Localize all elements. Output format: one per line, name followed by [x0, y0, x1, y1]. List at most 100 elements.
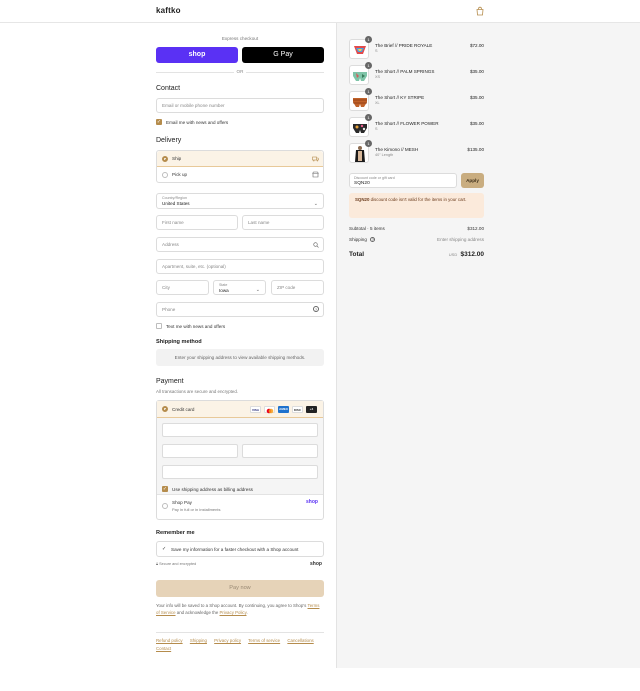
item-variant: XS: [375, 75, 381, 79]
cart-item: 1 The Short // FLOWER POWER S $35.00: [349, 114, 484, 139]
credit-card-option[interactable]: Credit card VISA AMEX DISC +4: [157, 401, 323, 418]
shop-pay-subtitle: Pay in full or in installments: [172, 507, 221, 512]
pickup-option[interactable]: Pick up: [157, 167, 323, 183]
privacy-link[interactable]: Privacy Policy: [220, 610, 247, 615]
info-icon[interactable]: ?: [370, 237, 376, 242]
phone-field[interactable]: Phone ?: [156, 302, 324, 317]
apply-button[interactable]: Apply: [461, 173, 484, 188]
apartment-placeholder: Apartment, suite, etc. (optional): [162, 264, 226, 269]
card-expiry-field[interactable]: [162, 444, 238, 458]
cart-item: 1 The Short // PALM SPRINGS XS $35.00: [349, 62, 484, 87]
total-value: $312.00: [460, 251, 485, 258]
text-offers-label: Text me with news and offers: [166, 323, 226, 329]
more-cards-badge: +4: [306, 406, 317, 413]
credit-card-radio[interactable]: [162, 406, 168, 412]
checkmark-icon[interactable]: ✓: [162, 546, 166, 552]
zip-placeholder: ZIP code: [277, 285, 296, 290]
shipping-method-heading: Shipping method: [156, 339, 202, 345]
billing-label: Use shipping address as billing address: [172, 486, 253, 492]
quantity-badge: 1: [365, 62, 372, 69]
apartment-field[interactable]: Apartment, suite, etc. (optional): [156, 259, 324, 274]
quantity-badge: 1: [365, 140, 372, 147]
shipping-link[interactable]: Shipping: [190, 638, 207, 643]
country-value: United States: [162, 201, 190, 206]
first-name-placeholder: First name: [162, 220, 184, 225]
shipping-method-message: Enter your shipping address to view avai…: [156, 349, 324, 366]
card-number-field[interactable]: [162, 423, 318, 437]
total-row: Total USD $312.00: [349, 251, 484, 258]
currency-code: USD: [448, 252, 458, 257]
contact-link[interactable]: Contact: [156, 646, 171, 651]
state-select[interactable]: State Iowa ⌄: [213, 280, 266, 295]
legal-and: and acknowledge the: [176, 609, 219, 615]
card-cvv-field[interactable]: [242, 444, 318, 458]
item-name: The Short // PALM SPRINGS: [375, 69, 435, 74]
remember-option[interactable]: ✓ Save my information for a faster check…: [156, 541, 324, 557]
pickup-radio[interactable]: [162, 172, 168, 178]
ship-radio[interactable]: [162, 156, 168, 162]
cart-item: 1 The Kimono // MESH 40" Length $135.00: [349, 140, 484, 165]
secure-text: 🔒︎ Secure and encrypted: [156, 562, 196, 566]
visa-icon: VISA: [250, 406, 261, 413]
payment-options: Credit card VISA AMEX DISC +4 ✓ Use ship…: [156, 400, 324, 520]
item-price: $72.00: [469, 43, 484, 48]
item-price: $35.00: [469, 95, 484, 100]
contact-heading: Contact: [156, 85, 181, 92]
country-select[interactable]: Country/Region United States ⌄: [156, 193, 324, 209]
delivery-options: Ship Pick up: [156, 150, 324, 183]
cart-item: 1 The Short // KY STRIPE XL $35.00: [349, 88, 484, 113]
legal-text: Your info will be saved to a Shop accoun…: [156, 603, 324, 616]
subtotal-row: Subtotal · 5 items $312.00: [349, 226, 484, 231]
cart-item: 1 The Brief // PRIDE ROYALE S $72.00: [349, 36, 484, 61]
subtotal-value: $312.00: [467, 226, 484, 231]
city-field[interactable]: City: [156, 280, 209, 295]
first-name-field[interactable]: First name: [156, 215, 238, 230]
ship-option[interactable]: Ship: [157, 151, 323, 167]
google-pay-button[interactable]: G Pay: [242, 47, 324, 63]
discover-icon: DISC: [292, 406, 303, 413]
email-field[interactable]: Email or mobile phone number: [156, 98, 324, 113]
credit-card-fields: ✓ Use shipping address as billing addres…: [157, 418, 323, 494]
last-name-field[interactable]: Last name: [242, 215, 324, 230]
zip-field[interactable]: ZIP code: [271, 280, 324, 295]
text-offers-checkbox[interactable]: [156, 323, 162, 329]
total-label: Total: [349, 251, 365, 258]
quantity-badge: 1: [365, 36, 372, 43]
chevron-down-icon: ⌄: [255, 287, 260, 293]
news-checkbox-label: Email me with news and offers: [166, 119, 229, 125]
remember-label: Save my information for a faster checkou…: [171, 547, 299, 552]
express-checkout-title: Express checkout: [221, 36, 259, 41]
discount-field[interactable]: Discount code or gift card SQN20: [349, 173, 457, 188]
item-variant: XL: [375, 101, 380, 105]
shipping-value: Enter shipping address: [437, 237, 484, 242]
shop-pay-option[interactable]: Shop Pay Pay in full or in installments …: [157, 494, 323, 519]
pay-now-button[interactable]: Pay now: [156, 580, 324, 597]
terms-of-service-link[interactable]: Terms of service: [248, 638, 280, 643]
shipping-label: Shipping: [349, 237, 367, 242]
city-placeholder: City: [162, 285, 170, 290]
email-placeholder: Email or mobile phone number: [162, 103, 225, 108]
secure-label: Secure and encrypted: [159, 562, 197, 566]
credit-card-label: Credit card: [172, 406, 195, 412]
shopping-bag-icon[interactable]: [475, 6, 485, 16]
store-logo[interactable]: kaftko: [156, 6, 181, 15]
state-value: Iowa: [219, 288, 229, 293]
subtotal-label: Subtotal · 5 items: [349, 226, 385, 231]
news-checkbox[interactable]: ✓: [156, 119, 162, 125]
help-icon[interactable]: ?: [313, 306, 319, 312]
address-field[interactable]: Address: [156, 237, 324, 252]
privacy-policy-link[interactable]: Privacy policy: [214, 638, 241, 643]
shop-pay-button[interactable]: shop: [156, 47, 238, 63]
billing-checkbox[interactable]: ✓: [162, 486, 168, 492]
shop-pay-radio[interactable]: [162, 503, 168, 509]
pickup-label: Pick up: [172, 172, 188, 177]
item-variant: S: [375, 49, 378, 53]
refund-policy-link[interactable]: Refund policy: [156, 638, 183, 643]
ship-label: Ship: [172, 156, 182, 161]
cancellations-link[interactable]: Cancellations: [287, 638, 313, 643]
card-name-field[interactable]: [162, 465, 318, 479]
lock-icon: 🔒︎: [156, 562, 159, 566]
legal-line: Your info will be saved to a Shop accoun…: [156, 603, 307, 608]
address-placeholder: Address: [162, 242, 179, 247]
truck-icon: [312, 156, 319, 162]
